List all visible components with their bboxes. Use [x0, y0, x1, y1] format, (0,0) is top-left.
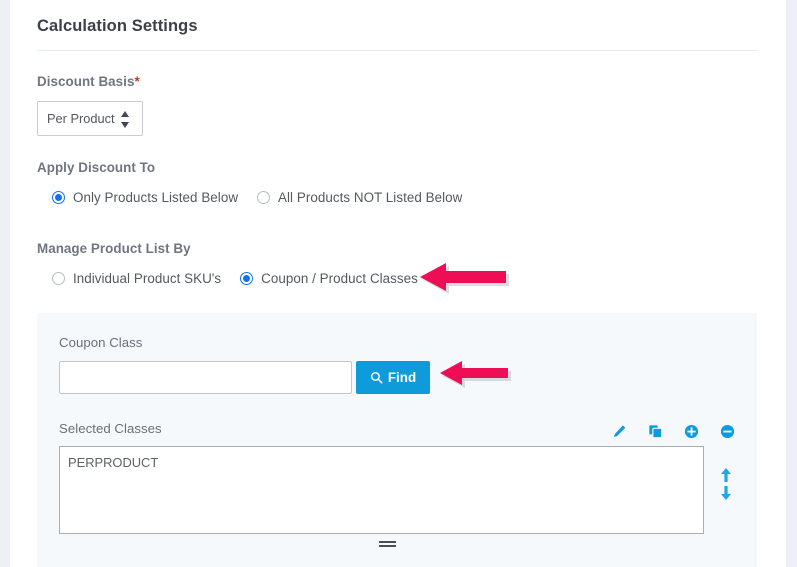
selected-classes-textarea[interactable] — [59, 446, 704, 534]
minus-circle-icon[interactable] — [719, 423, 735, 439]
edit-pencil-icon[interactable] — [611, 423, 627, 439]
radio-indicator-unselected — [52, 272, 65, 285]
manage-product-list-by-radio-group: Individual Product SKU's Coupon / Produc… — [52, 271, 418, 286]
selected-classes-toolbar — [611, 423, 735, 439]
discount-basis-selected-value: Per Product — [47, 111, 115, 126]
plus-circle-icon[interactable] — [683, 423, 699, 439]
grip-line — [379, 545, 396, 547]
manage-product-list-by-label: Manage Product List By — [37, 241, 191, 256]
arrow-up-icon[interactable] — [717, 466, 735, 484]
chevron-up-icon — [121, 111, 129, 117]
radio-label-individual-product-skus: Individual Product SKU's — [73, 271, 222, 286]
discount-basis-label: Discount Basis* — [37, 74, 140, 89]
required-asterisk: * — [134, 74, 140, 89]
search-icon — [370, 371, 383, 384]
copy-icon[interactable] — [647, 423, 663, 439]
radio-label-coupon-product-classes: Coupon / Product Classes — [261, 271, 418, 286]
apply-discount-to-radio-group: Only Products Listed Below All Products … — [52, 190, 462, 205]
discount-basis-label-text: Discount Basis — [37, 74, 135, 89]
arrow-down-icon[interactable] — [717, 484, 735, 502]
selected-classes-order-controls — [717, 466, 735, 502]
coupon-class-panel: Coupon Class Find Selected Classes — [37, 313, 757, 567]
find-button[interactable]: Find — [356, 361, 430, 394]
settings-card: Calculation Settings Discount Basis* Per… — [10, 0, 786, 567]
chevron-down-icon — [121, 122, 129, 128]
textarea-resize-grip[interactable] — [379, 541, 396, 548]
apply-discount-to-label: Apply Discount To — [37, 160, 156, 175]
radio-coupon-product-classes[interactable]: Coupon / Product Classes — [240, 271, 418, 286]
radio-only-products-listed-below[interactable]: Only Products Listed Below — [52, 190, 238, 205]
radio-label-all-products-not-listed-below: All Products NOT Listed Below — [278, 190, 463, 205]
radio-label-only-products-listed-below: Only Products Listed Below — [73, 190, 239, 205]
title-divider — [37, 50, 757, 51]
grip-line — [379, 541, 396, 543]
radio-indicator-unselected — [257, 191, 271, 204]
radio-individual-product-skus[interactable]: Individual Product SKU's — [52, 271, 221, 286]
page-title: Calculation Settings — [37, 17, 198, 35]
find-button-label: Find — [387, 370, 417, 385]
discount-basis-select[interactable]: Per Product — [37, 101, 143, 136]
selected-classes-label: Selected Classes — [59, 421, 162, 436]
radio-indicator-selected — [240, 272, 254, 285]
radio-indicator-selected — [52, 191, 65, 204]
coupon-class-search-input[interactable] — [59, 361, 352, 394]
select-updown-arrows-icon — [121, 110, 131, 129]
radio-all-products-not-listed-below[interactable]: All Products NOT Listed Below — [257, 190, 462, 205]
coupon-class-label: Coupon Class — [59, 335, 143, 350]
screenshot-root: Calculation Settings Discount Basis* Per… — [0, 0, 797, 567]
